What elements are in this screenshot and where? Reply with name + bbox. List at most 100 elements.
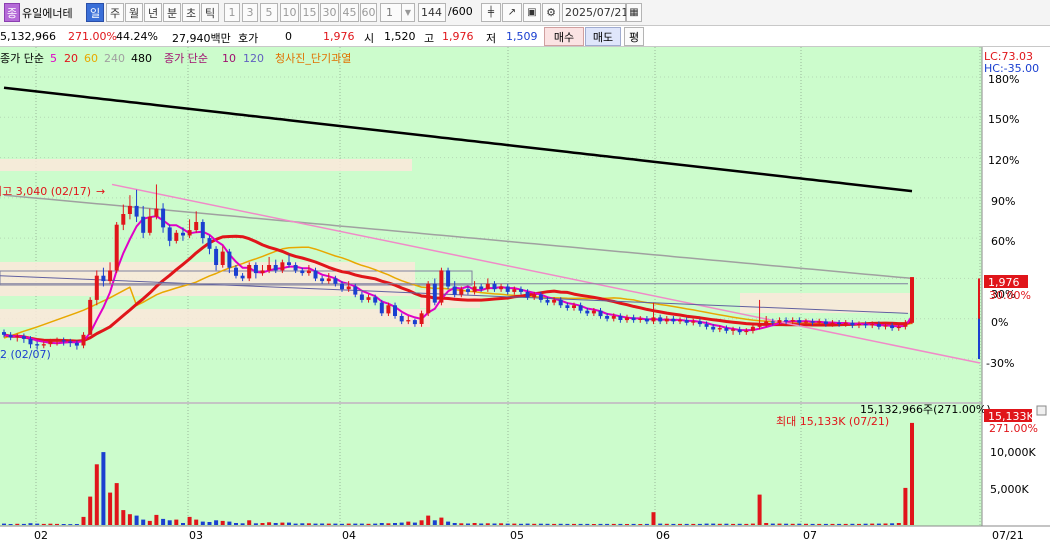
open-label: 시 (364, 32, 375, 45)
volume-pane-toggle-icon[interactable] (1036, 405, 1047, 416)
high-annotation-arrow: → (96, 185, 105, 198)
candle-body (505, 286, 510, 292)
volume-bar (240, 523, 245, 525)
period-tick[interactable]: 틱 (201, 3, 219, 22)
candle-body (167, 227, 172, 241)
volume-bar (883, 523, 888, 525)
candle-body (678, 320, 682, 322)
volume-bar (373, 523, 378, 525)
candle-body (194, 222, 199, 231)
interval-60[interactable]: 60 (360, 3, 377, 22)
candle-body (764, 321, 769, 325)
candle-body (903, 322, 908, 327)
candle-body (658, 317, 663, 322)
volume-bar (711, 523, 716, 525)
volume-bar (273, 523, 278, 525)
signal-zone (0, 159, 412, 171)
stock-marker[interactable]: 종 (4, 3, 20, 22)
turnover-rate: 44.24% (116, 30, 158, 43)
interval-30[interactable]: 30 (320, 3, 339, 22)
candle-body (757, 324, 762, 327)
volume-bar (234, 523, 238, 525)
volume-bar (843, 523, 848, 525)
candle-body (28, 338, 33, 345)
stock-name[interactable]: 유일에너테 (22, 5, 73, 21)
volume-bar (890, 523, 895, 525)
interval-3[interactable]: 3 (242, 3, 258, 22)
volume-bar (353, 523, 358, 525)
volume-bar (525, 523, 530, 525)
candle-body (220, 251, 225, 265)
volume-bar (532, 523, 537, 525)
stock-chart[interactable]: 종가 단순 5 20 60 240 480 종가 단순 10 120 청사진_단… (0, 47, 1050, 543)
volume-bar (545, 523, 550, 525)
volume-bar (598, 523, 603, 525)
buy-button[interactable]: 매수 (544, 27, 584, 46)
eval-button[interactable]: 평 (624, 27, 644, 46)
volume-bar (446, 521, 451, 525)
volume-bar (313, 523, 318, 525)
candle-body (499, 286, 504, 290)
volume-bar (850, 523, 855, 525)
signal-zone (0, 262, 415, 296)
candle-body (711, 326, 716, 330)
save-icon[interactable]: ▣ (523, 3, 541, 22)
period-week[interactable]: 주 (106, 3, 124, 22)
calendar-icon[interactable]: ▦ (626, 3, 642, 22)
draw-line-icon[interactable]: ↗ (502, 3, 522, 22)
candle-body (340, 283, 344, 290)
period-day[interactable]: 일 (86, 3, 104, 22)
period-month[interactable]: 월 (125, 3, 143, 22)
x-month-06: 06 (656, 529, 670, 542)
volume-bar (697, 523, 702, 525)
interval-5[interactable]: 5 (260, 3, 278, 22)
volume-bar (154, 514, 159, 525)
volume-bar (777, 523, 782, 525)
candle-body (870, 324, 875, 326)
volume-bar (15, 523, 20, 525)
volume-bar (61, 524, 66, 525)
gear-icon[interactable]: ⚙ (542, 3, 560, 22)
volume-bar (810, 523, 815, 525)
interval-input[interactable]: 1 (380, 3, 402, 22)
candle-body (326, 278, 331, 282)
volume-bar (512, 523, 517, 525)
volume-bar (41, 523, 46, 525)
volume-bar (724, 523, 729, 525)
candle-body (207, 238, 212, 249)
volume-bar (141, 519, 146, 525)
volume-bar (479, 523, 484, 525)
candle-body (154, 208, 159, 217)
legend-ma-volume-label: 종가 단순 (164, 52, 208, 65)
count-input[interactable]: 144 (418, 3, 446, 22)
period-second[interactable]: 초 (182, 3, 200, 22)
interval-45[interactable]: 45 (340, 3, 359, 22)
candle-body (373, 297, 378, 303)
volume-bar (293, 523, 298, 525)
interval-10[interactable]: 10 (280, 3, 299, 22)
interval-1[interactable]: 1 (224, 3, 240, 22)
price-tick-90: 90% (991, 195, 1015, 208)
volume-bar (744, 523, 749, 525)
volume-bar (174, 519, 179, 525)
volume-bar (48, 523, 53, 525)
candle-body (406, 320, 411, 322)
candle-body (379, 302, 384, 314)
interval-dropdown-icon[interactable]: ▼ (401, 3, 415, 22)
date-input[interactable]: 2025/07/21 (562, 3, 628, 22)
volume-bar (651, 512, 656, 525)
candle-type-icon[interactable]: ╪ (481, 3, 501, 22)
interval-15[interactable]: 15 (300, 3, 319, 22)
volume-bar (280, 522, 285, 525)
volume-tick-5000k: 5,000K (990, 483, 1029, 496)
volume-bar (267, 522, 272, 525)
price-tick-60: 60% (991, 235, 1015, 248)
period-minute[interactable]: 분 (163, 3, 181, 22)
candle-body (287, 262, 291, 265)
price-tick-0: 0% (991, 316, 1008, 329)
period-year[interactable]: 년 (144, 3, 162, 22)
sell-button[interactable]: 매도 (585, 27, 621, 46)
volume-bar (644, 523, 649, 525)
volume-bar (227, 521, 232, 525)
legend-ma5: 5 (50, 52, 57, 65)
